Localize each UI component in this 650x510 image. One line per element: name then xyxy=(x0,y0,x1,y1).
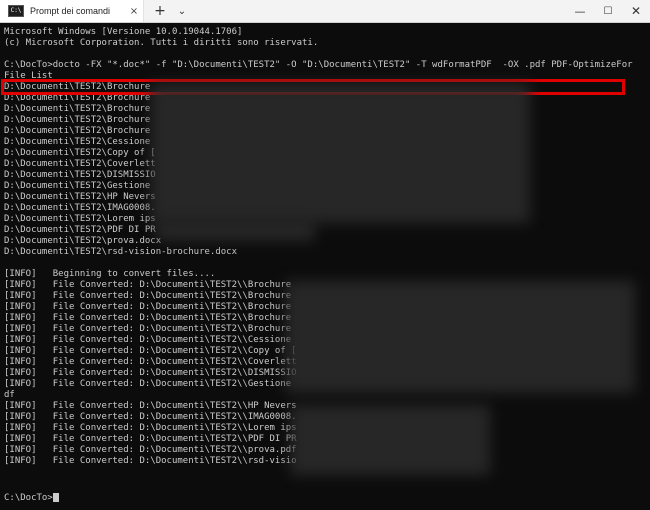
console-line: [INFO] Beginning to convert files.... xyxy=(4,269,216,279)
tab-title: Prompt dei comandi xyxy=(30,6,111,16)
close-button[interactable]: ✕ xyxy=(622,0,650,22)
text-cursor xyxy=(52,493,59,502)
terminal-icon: C:\ xyxy=(8,5,24,17)
prompt-text: C:\DocTo> xyxy=(4,493,53,503)
new-tab-button[interactable]: + xyxy=(148,0,172,22)
console-line: D:\Documenti\TEST2\PDF DI PR xyxy=(4,225,156,235)
console-line: (c) Microsoft Corporation. Tutti i dirit… xyxy=(4,38,319,48)
console-output[interactable]: Microsoft Windows [Versione 10.0.19044.1… xyxy=(0,23,650,510)
redacted-filenames-area xyxy=(290,405,490,475)
console-line: D:\Documenti\TEST2\rsd-vision-brochure.d… xyxy=(4,247,237,257)
title-bar: C:\ Prompt dei comandi × + ⌄ — ☐ ✕ xyxy=(0,0,650,23)
console-line: File List xyxy=(4,71,53,81)
prompt-line: C:\DocTo> xyxy=(4,493,644,504)
redacted-filenames-area xyxy=(285,281,635,393)
tab-dropdown-button[interactable]: ⌄ xyxy=(172,0,192,22)
command-line: C:\DocTo>docto -FX "*.doc*" -f "D:\Docum… xyxy=(4,60,633,70)
redacted-filenames-area xyxy=(155,221,315,241)
minimize-button[interactable]: — xyxy=(566,0,594,22)
redacted-filenames-area xyxy=(150,83,530,223)
tab-prompt-dei-comandi[interactable]: C:\ Prompt dei comandi × xyxy=(0,0,144,22)
maximize-button[interactable]: ☐ xyxy=(594,0,622,22)
console-line: Microsoft Windows [Versione 10.0.19044.1… xyxy=(4,27,243,37)
console-line: D:\Documenti\TEST2\prova.docx xyxy=(4,236,162,246)
tab-close-button[interactable]: × xyxy=(125,6,143,17)
